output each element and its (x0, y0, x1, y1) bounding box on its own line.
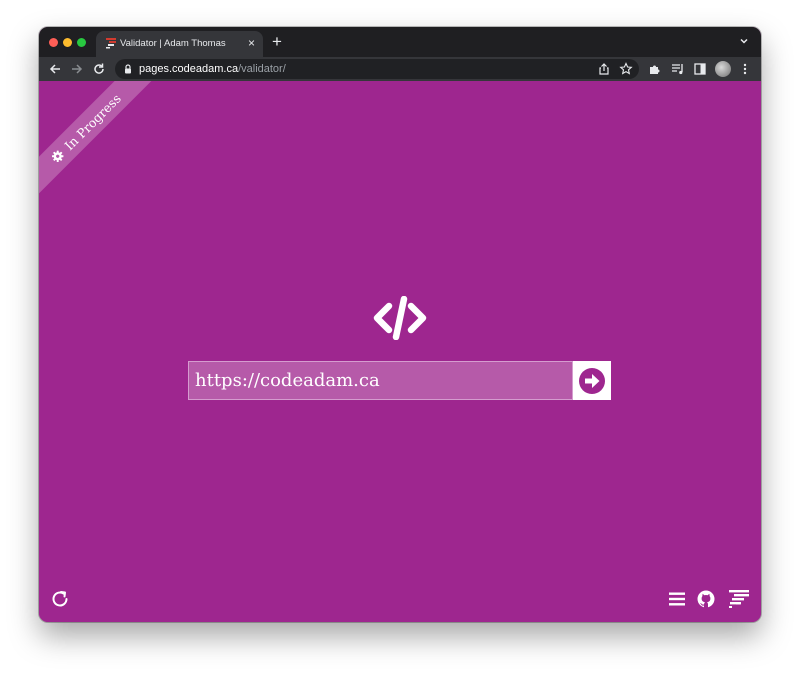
tab-close-icon[interactable]: × (248, 36, 255, 50)
arrow-circle-right-icon (579, 367, 605, 394)
hamburger-menu-icon[interactable] (667, 589, 687, 609)
extensions-puzzle-icon[interactable] (648, 62, 662, 76)
refresh-icon[interactable] (50, 589, 70, 609)
code-icon (373, 296, 427, 340)
tab-title: Validator | Adam Thomas (120, 38, 226, 49)
reload-icon[interactable] (92, 62, 106, 76)
address-bar[interactable]: pages.codeadam.ca/validator/ (115, 59, 639, 79)
url-input[interactable] (188, 361, 573, 400)
bookmark-star-icon[interactable] (619, 62, 633, 76)
in-progress-ribbon: In Progress (39, 81, 156, 198)
side-panel-icon[interactable] (693, 62, 707, 76)
browser-window: Validator | Adam Thomas × + pages.codead… (39, 27, 761, 622)
window-maximize-button[interactable] (77, 38, 86, 47)
new-tab-button[interactable]: + (272, 32, 282, 52)
ribbon-label: In Progress (61, 90, 124, 153)
url-text: pages.codeadam.ca/validator/ (139, 63, 286, 75)
browser-tab[interactable]: Validator | Adam Thomas × (96, 31, 263, 57)
chevron-down-icon[interactable] (739, 36, 749, 46)
github-icon[interactable] (696, 589, 716, 609)
page-content: In Progress (39, 81, 761, 622)
lock-icon (125, 64, 131, 74)
favicon-icon (106, 38, 116, 49)
media-controls-icon[interactable] (671, 62, 685, 76)
share-icon[interactable] (597, 62, 611, 76)
gear-icon (52, 150, 64, 162)
window-close-button[interactable] (49, 38, 58, 47)
forward-arrow-icon[interactable] (70, 62, 84, 76)
validator-form (188, 361, 611, 400)
submit-button[interactable] (573, 361, 611, 400)
profile-avatar[interactable] (715, 61, 731, 77)
back-arrow-icon[interactable] (48, 62, 62, 76)
codeadam-logo-icon[interactable] (728, 589, 750, 609)
window-minimize-button[interactable] (63, 38, 72, 47)
more-menu-icon[interactable] (738, 62, 752, 76)
browser-toolbar: pages.codeadam.ca/validator/ (39, 57, 761, 81)
tab-strip: Validator | Adam Thomas × + (39, 27, 761, 57)
